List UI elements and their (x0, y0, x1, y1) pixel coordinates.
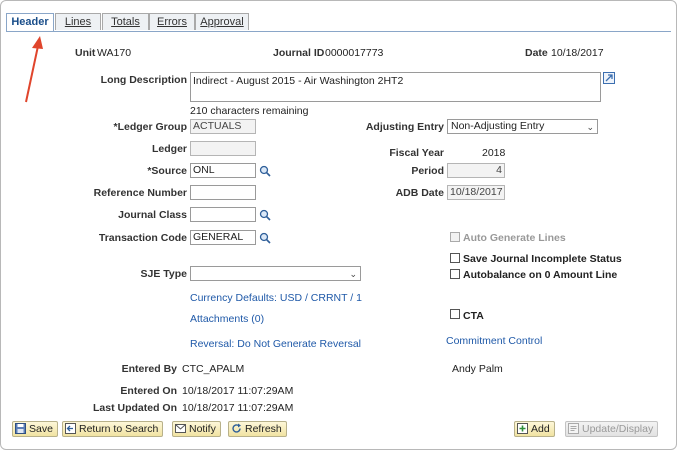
tab-lines-label: Lines (64, 16, 92, 28)
return-button-label: Return to Search (79, 423, 159, 435)
sje-type-label: SJE Type (140, 268, 188, 280)
update-display-icon (568, 423, 579, 434)
return-to-search-button[interactable]: Return to Search (62, 421, 164, 437)
auto-generate-checkbox (450, 232, 460, 242)
source-label: *Source (147, 165, 187, 177)
tab-totals-label: Totals (111, 16, 140, 28)
tab-totals[interactable]: Totals (102, 13, 149, 30)
ledger-label: Ledger (151, 143, 187, 155)
ledger-field (190, 141, 256, 156)
journal-id-label: Journal ID (273, 47, 325, 59)
save-icon (15, 423, 26, 434)
cta-label: CTA (463, 310, 484, 322)
reversal-link[interactable]: Reversal: Do Not Generate Reversal (190, 338, 361, 350)
unit-label: Unit (75, 47, 96, 59)
update-display-button: Update/Display (565, 421, 659, 437)
update-display-button-label: Update/Display (582, 423, 654, 435)
expand-icon[interactable] (603, 72, 615, 84)
page-frame (0, 0, 677, 450)
return-icon (65, 423, 76, 434)
sje-type-select[interactable]: ⌄ (190, 266, 361, 281)
refresh-button[interactable]: Refresh (228, 421, 287, 437)
tab-approval[interactable]: Approval (195, 13, 249, 30)
period-field: 4 (447, 163, 505, 178)
tab-errors-label: Errors (157, 16, 187, 28)
commitment-control-link[interactable]: Commitment Control (446, 335, 542, 347)
fiscal-year-label: Fiscal Year (389, 147, 444, 159)
adb-date-label: ADB Date (395, 187, 444, 199)
tab-approval-label: Approval (200, 16, 244, 28)
journal-class-label: Journal Class (118, 209, 187, 221)
transaction-code-label: Transaction Code (98, 232, 187, 244)
autobalance-checkbox[interactable] (450, 269, 460, 279)
attachments-link[interactable]: Attachments (0) (190, 313, 264, 325)
notify-button[interactable]: Notify (172, 421, 221, 437)
source-input[interactable]: ONL (190, 163, 256, 178)
transaction-code-lookup-icon[interactable] (259, 232, 271, 244)
add-button[interactable]: Add (514, 421, 555, 437)
journal-id-value: 0000017773 (325, 47, 384, 59)
save-button[interactable]: Save (12, 421, 58, 437)
entered-on-value: 10/18/2017 11:07:29AM (182, 385, 294, 397)
entered-by-name: Andy Palm (452, 363, 503, 375)
save-button-label: Save (29, 423, 53, 435)
period-label: Period (411, 165, 444, 177)
journal-class-input[interactable] (190, 207, 256, 222)
fiscal-year-value: 2018 (482, 147, 506, 159)
date-label: Date (525, 47, 548, 59)
tab-header[interactable]: Header (6, 13, 54, 32)
tab-divider (6, 31, 671, 32)
date-value: 10/18/2017 (551, 47, 604, 59)
autobalance-label: Autobalance on 0 Amount Line (463, 269, 618, 281)
long-description-label: Long Description (100, 74, 187, 86)
currency-defaults-link[interactable]: Currency Defaults: USD / CRRNT / 1 (190, 292, 362, 304)
adjusting-entry-value: Non-Adjusting Entry (451, 120, 545, 132)
cta-checkbox[interactable] (450, 309, 460, 319)
transaction-code-input[interactable]: GENERAL (190, 230, 256, 245)
tab-header-label: Header (11, 16, 49, 28)
ledger-group-label: *Ledger Group (113, 121, 187, 133)
ledger-group-field: ACTUALS (190, 119, 256, 134)
chevron-down-icon: ⌄ (349, 269, 357, 279)
chevron-down-icon: ⌄ (586, 122, 594, 132)
adjusting-entry-label: Adjusting Entry (365, 121, 444, 133)
journal-class-lookup-icon[interactable] (259, 209, 271, 221)
last-updated-value: 10/18/2017 11:07:29AM (182, 402, 294, 414)
add-icon (517, 423, 528, 434)
refresh-icon (232, 423, 241, 433)
refresh-button-label: Refresh (245, 423, 282, 435)
save-incomplete-checkbox[interactable] (450, 253, 460, 263)
tab-errors[interactable]: Errors (149, 13, 195, 30)
source-lookup-icon[interactable] (259, 165, 271, 177)
notify-icon (175, 424, 186, 433)
reference-number-label: Reference Number (93, 187, 187, 199)
adjusting-entry-select[interactable]: Non-Adjusting Entry ⌄ (447, 119, 598, 134)
auto-generate-label: Auto Generate Lines (463, 232, 566, 244)
entered-by-value: CTC_APALM (182, 363, 245, 375)
save-incomplete-label: Save Journal Incomplete Status (463, 253, 622, 265)
last-updated-label: Last Updated On (92, 402, 177, 414)
entered-by-label: Entered By (121, 363, 177, 375)
characters-remaining: 210 characters remaining (190, 105, 309, 117)
long-description-textarea[interactable]: Indirect - August 2015 - Air Washington … (190, 72, 601, 102)
entered-on-label: Entered On (120, 385, 177, 397)
annotation-arrow-icon (25, 36, 43, 103)
tab-lines[interactable]: Lines (55, 13, 101, 30)
adb-date-field: 10/18/2017 (447, 185, 505, 200)
notify-button-label: Notify (189, 423, 216, 435)
unit-value: WA170 (97, 47, 132, 59)
add-button-label: Add (531, 423, 550, 435)
reference-number-input[interactable] (190, 185, 256, 200)
